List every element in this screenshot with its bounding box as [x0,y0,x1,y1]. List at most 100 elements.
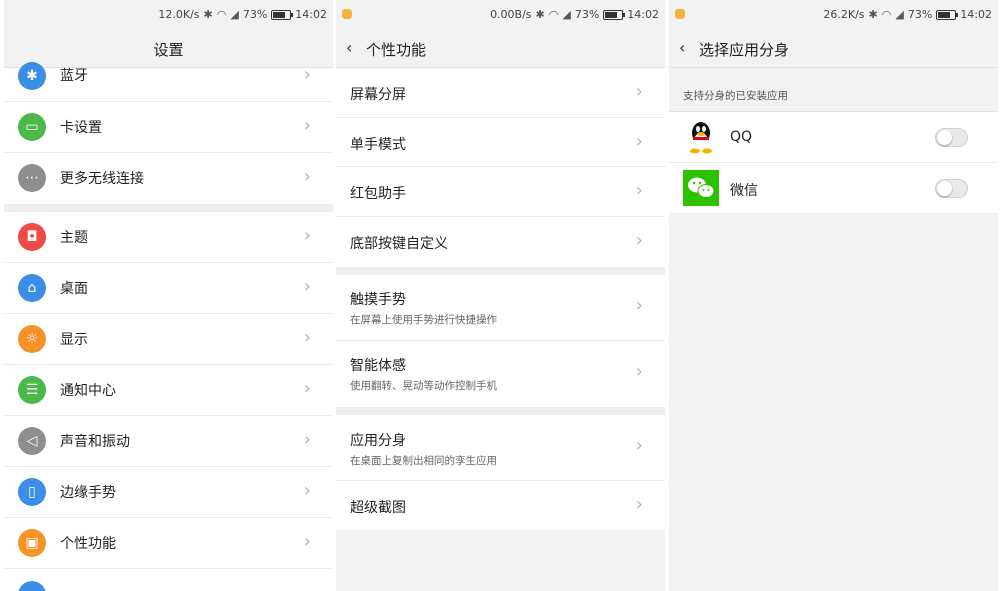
settings-item-notification[interactable]: ☰ 通知中心 › [4,365,333,416]
personal-feature-icon: ▣ [18,529,46,557]
signal-icon: ◢ [230,8,239,21]
settings-item-label: 蓝牙 [60,68,88,84]
wifi-icon: ◠ [548,8,559,21]
header: ‹ 选择应用分身 [669,30,998,68]
settings-item-label: 桌面 [60,281,88,297]
feature-label: 超级截图 [350,500,406,516]
settings-item-personal-features[interactable]: ▣ 个性功能 › [4,518,333,569]
app-row-wechat[interactable]: 微信 [669,163,998,214]
feature-label: 智能体感 [350,358,406,374]
page-title: 设置 [153,41,184,59]
feature-label: 底部按键自定义 [350,236,448,252]
chevron-right-icon: › [303,429,311,450]
network-speed: 0.00B/s [490,8,532,21]
app-notification-icon [675,9,685,19]
settings-item-edge-gesture[interactable]: ▯ 边缘手势 › [4,467,333,518]
more-icon: ⋯ [18,164,46,192]
qq-penguin-icon [690,122,712,154]
chevron-right-icon: › [303,276,311,297]
app-list: QQ 微信 [669,112,998,214]
brightness-icon: ☼ [18,325,46,353]
app-label: 微信 [730,183,758,199]
qq-clone-toggle[interactable] [935,128,968,147]
feature-label: 单手模式 [350,137,406,153]
feature-touch-gesture[interactable]: 触摸手势 在屏幕上使用手势进行快捷操作 › [336,275,665,341]
app-clone-panel: 26.2K/s ✱ ◠ ◢ 73% 14:02 ‹ 选择应用分身 支持分身的已安… [669,0,998,591]
chevron-right-icon: › [635,180,643,201]
settings-item-label: 主题 [60,230,88,246]
settings-item-label: 声音和振动 [60,434,130,450]
feature-smart-motion[interactable]: 智能体感 使用翻转、晃动等动作控制手机 › [336,341,665,407]
bluetooth-status-icon: ✱ [535,8,545,21]
battery-icon [936,9,959,20]
settings-item-label: 更多无线连接 [60,171,144,187]
feature-list: 屏幕分屏 › 单手模式 › 红包助手 › 底部按键自定义 › 触摸手势 在屏幕上… [336,68,665,531]
back-arrow-icon[interactable]: ‹ [346,38,352,57]
feature-bottom-keys[interactable]: 底部按键自定义 › [336,217,665,267]
speaker-icon: ◁ [18,427,46,455]
notification-icon: ☰ [18,376,46,404]
settings-item-display[interactable]: ☼ 显示 › [4,314,333,365]
bluetooth-status-icon: ✱ [868,8,878,21]
settings-panel: 12.0K/s ✱ ◠ ◢ 73% 14:02 设置 ✱ 蓝牙 › ▭ 卡设置 … [4,0,333,591]
wifi-icon: ◠ [881,8,892,21]
chevron-right-icon: › [303,64,311,85]
settings-item-theme[interactable]: ◘ 主题 › [4,212,333,263]
chevron-right-icon: › [303,327,311,348]
settings-item-more-wireless[interactable]: ⋯ 更多无线连接 › [4,153,333,204]
chevron-right-icon: › [303,531,311,552]
bluetooth-status-icon: ✱ [203,8,213,21]
clock: 14:02 [960,8,992,21]
feature-description: 在屏幕上使用手势进行快捷操作 [350,314,497,326]
network-speed: 12.0K/s [158,8,200,21]
feature-app-clone[interactable]: 应用分身 在桌面上复制出相同的孪生应用 › [336,415,665,481]
feature-label: 应用分身 [350,433,406,449]
page-title: 个性功能 [366,41,427,59]
chevron-right-icon: › [303,225,311,246]
battery-percent: 73% [574,8,600,21]
status-bar: 0.00B/s ✱ ◠ ◢ 73% 14:02 [336,0,665,30]
edge-gesture-icon: ▯ [18,478,46,506]
battery-percent: 73% [242,8,268,21]
settings-item-bluetooth[interactable]: ✱ 蓝牙 › [4,62,333,102]
back-arrow-icon[interactable]: ‹ [679,38,685,57]
app-notification-icon [342,9,352,19]
chevron-right-icon: › [303,115,311,136]
feature-description: 在桌面上复制出相同的孪生应用 [350,455,497,467]
settings-item-desktop[interactable]: ⌂ 桌面 › [4,263,333,314]
wechat-clone-toggle[interactable] [935,179,968,198]
feature-super-screenshot[interactable]: 超级截图 › [336,481,665,531]
header: 设置 [4,30,333,68]
page-title: 选择应用分身 [699,41,790,59]
feature-label: 触摸手势 [350,292,406,308]
feature-description: 使用翻转、晃动等动作控制手机 [350,380,497,392]
section-divider [336,407,665,415]
chevron-right-icon: › [635,131,643,152]
feature-label: 屏幕分屏 [350,87,406,103]
settings-item-label: 边缘手势 [60,485,116,501]
partial-item-icon [18,581,46,591]
feature-split-screen[interactable]: 屏幕分屏 › [336,68,665,118]
header: ‹ 个性功能 [336,30,665,68]
wifi-icon: ◠ [216,8,227,21]
settings-item-label: 卡设置 [60,120,102,136]
network-speed: 26.2K/s [823,8,865,21]
chevron-right-icon: › [635,435,643,456]
settings-item-sim[interactable]: ▭ 卡设置 › [4,102,333,153]
bluetooth-icon: ✱ [18,62,46,90]
feature-one-hand[interactable]: 单手模式 › [336,118,665,167]
settings-item-partial[interactable] [4,569,333,591]
battery-icon [271,9,294,20]
app-row-qq[interactable]: QQ [669,112,998,163]
wechat-icon [683,170,719,206]
chevron-right-icon: › [635,494,643,515]
feature-red-packet[interactable]: 红包助手 › [336,167,665,217]
chevron-right-icon: › [635,81,643,102]
battery-icon [603,9,626,20]
battery-percent: 73% [907,8,933,21]
settings-item-sound[interactable]: ◁ 声音和振动 › [4,416,333,467]
section-divider [336,267,665,275]
chevron-right-icon: › [303,166,311,187]
status-bar: 12.0K/s ✱ ◠ ◢ 73% 14:02 [4,0,333,30]
chevron-right-icon: › [303,378,311,399]
